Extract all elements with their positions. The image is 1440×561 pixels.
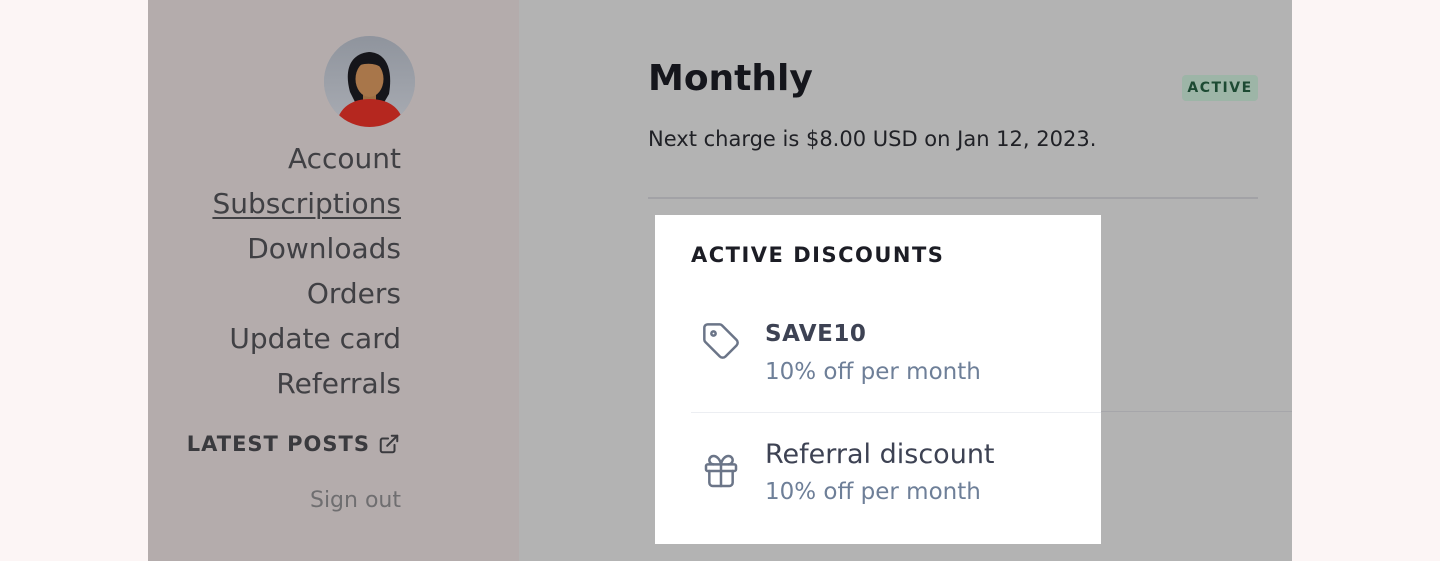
divider bbox=[648, 197, 1258, 199]
tag-icon bbox=[703, 323, 739, 359]
status-badge: ACTIVE bbox=[1182, 75, 1258, 101]
sidebar-nav: Account Subscriptions Downloads Orders U… bbox=[212, 136, 401, 406]
nav-downloads[interactable]: Downloads bbox=[212, 226, 401, 271]
nav-subscriptions[interactable]: Subscriptions bbox=[212, 181, 401, 226]
discount-item: Referral discount 10% off per month bbox=[691, 413, 1101, 543]
sidebar: Account Subscriptions Downloads Orders U… bbox=[148, 0, 519, 561]
discount-name: Referral discount bbox=[765, 439, 995, 470]
plan-title: Monthly bbox=[648, 58, 813, 99]
discount-code: SAVE10 bbox=[765, 321, 867, 347]
gift-icon bbox=[704, 454, 738, 488]
nav-referrals[interactable]: Referrals bbox=[212, 361, 401, 406]
latest-posts-label: LATEST POSTS bbox=[186, 432, 370, 456]
divider bbox=[1101, 411, 1292, 412]
next-charge-text: Next charge is $8.00 USD on Jan 12, 2023… bbox=[648, 127, 1097, 151]
nav-update-card[interactable]: Update card bbox=[212, 316, 401, 361]
discount-item: SAVE10 10% off per month bbox=[691, 307, 1101, 413]
avatar-illustration bbox=[324, 36, 415, 127]
latest-posts-link[interactable]: LATEST POSTS bbox=[187, 432, 400, 456]
active-discounts-card: ACTIVE DISCOUNTS SAVE10 10% off per mont… bbox=[655, 215, 1101, 544]
nav-account[interactable]: Account bbox=[212, 136, 401, 181]
avatar bbox=[324, 36, 415, 127]
discount-description: 10% off per month bbox=[765, 479, 981, 505]
sign-out-link[interactable]: Sign out bbox=[310, 488, 401, 513]
external-link-icon bbox=[379, 434, 399, 454]
discounts-title: ACTIVE DISCOUNTS bbox=[691, 243, 945, 267]
account-app: Account Subscriptions Downloads Orders U… bbox=[148, 0, 1292, 561]
nav-orders[interactable]: Orders bbox=[212, 271, 401, 316]
discount-description: 10% off per month bbox=[765, 359, 981, 385]
